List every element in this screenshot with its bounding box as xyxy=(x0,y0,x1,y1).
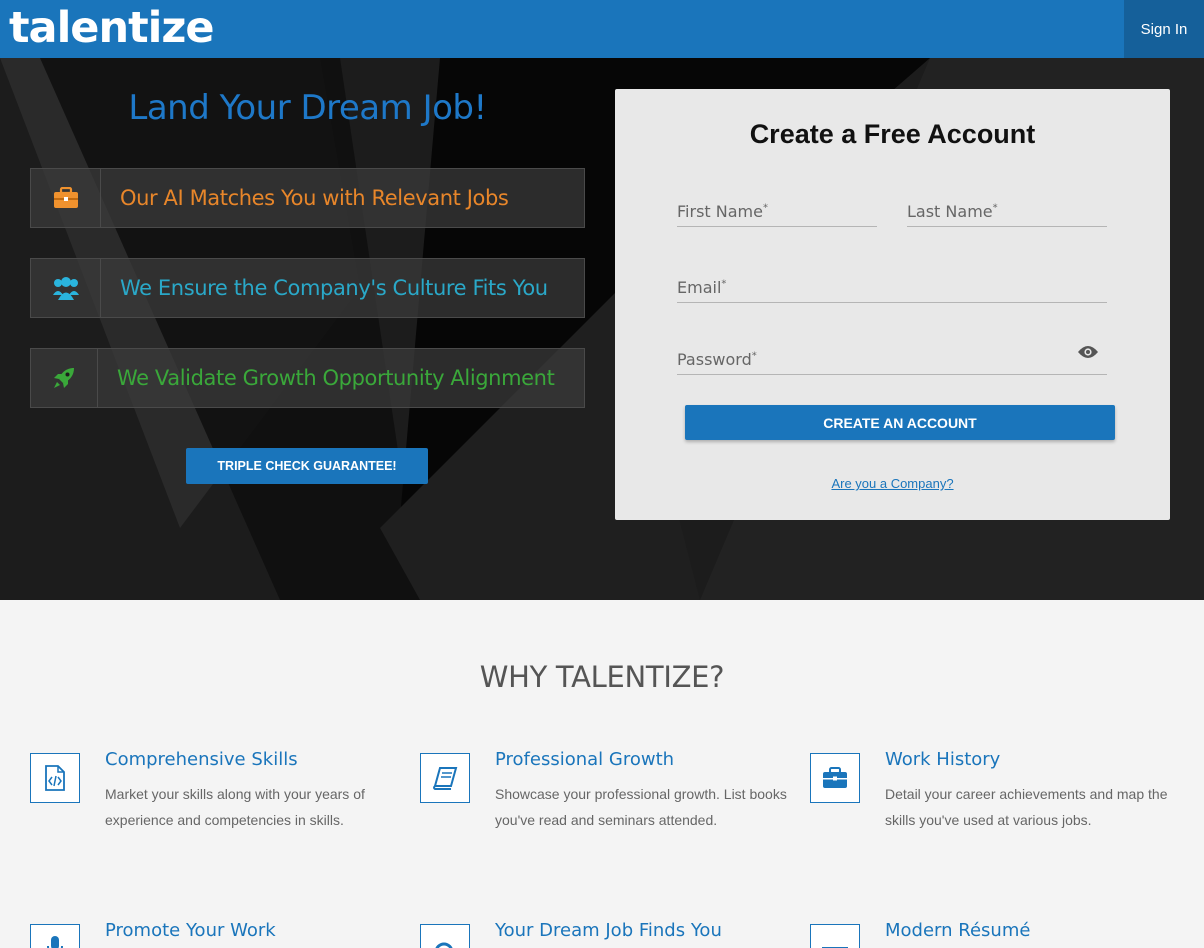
feature-text: Our AI Matches You with Relevant Jobs xyxy=(120,186,509,210)
sign-in-button[interactable]: Sign In xyxy=(1124,0,1204,58)
code-file-icon xyxy=(30,753,80,803)
briefcase-icon xyxy=(810,753,860,803)
hero-title: Land Your Dream Job! xyxy=(128,88,487,128)
first-name-label: First Name* xyxy=(677,202,768,221)
triple-check-guarantee-button[interactable]: TRIPLE CHECK GUARANTEE! xyxy=(186,448,428,484)
users-icon xyxy=(31,259,101,317)
password-field[interactable]: Password* xyxy=(677,345,1107,375)
last-name-field[interactable]: Last Name* xyxy=(907,197,1107,227)
feature-growth-alignment: We Validate Growth Opportunity Alignment xyxy=(30,348,585,408)
why-item-desc: Market your skills along with your years… xyxy=(105,786,365,828)
rocket-icon xyxy=(31,349,98,407)
feature-culture-fit: We Ensure the Company's Culture Fits You xyxy=(30,258,585,318)
why-item-title: Work History xyxy=(885,749,1001,770)
why-talentize-heading: WHY TALENTIZE? xyxy=(479,660,725,694)
logo-link[interactable]: talentize xyxy=(0,0,215,58)
company-signup-link[interactable]: Are you a Company? xyxy=(615,476,1170,491)
search-icon xyxy=(420,924,470,948)
book-icon xyxy=(420,753,470,803)
why-item-desc: Showcase your professional growth. List … xyxy=(495,786,787,828)
logo: talentize xyxy=(9,3,215,53)
envelope-icon xyxy=(810,924,860,948)
create-account-button[interactable]: CREATE AN ACCOUNT xyxy=(685,405,1115,440)
feature-text: We Ensure the Company's Culture Fits You xyxy=(120,276,548,300)
first-name-field[interactable]: First Name* xyxy=(677,197,877,227)
password-label: Password* xyxy=(677,350,757,369)
why-item-title: Modern Résumé xyxy=(885,920,1031,941)
why-item-title: Your Dream Job Finds You xyxy=(495,920,722,941)
top-navbar: talentize Sign In xyxy=(0,0,1204,58)
form-title: Create a Free Account xyxy=(749,119,1036,149)
microphone-icon xyxy=(30,924,80,948)
email-field[interactable]: Email* xyxy=(677,273,1107,303)
why-item-title: Promote Your Work xyxy=(105,920,276,941)
why-item-desc: Detail your career achievements and map … xyxy=(885,786,1168,828)
briefcase-icon xyxy=(31,169,101,227)
last-name-label: Last Name* xyxy=(907,202,998,221)
email-label: Email* xyxy=(677,278,727,297)
signup-form-card: Create a Free Account First Name* Last N… xyxy=(615,89,1170,520)
show-password-eye-icon[interactable] xyxy=(1077,345,1099,364)
feature-ai-matches: Our AI Matches You with Relevant Jobs xyxy=(30,168,585,228)
hero-section: Land Your Dream Job! Our AI Matches You … xyxy=(0,58,1204,600)
why-item-title: Professional Growth xyxy=(495,749,675,770)
why-item-title: Comprehensive Skills xyxy=(105,749,298,770)
feature-text: We Validate Growth Opportunity Alignment xyxy=(117,366,555,390)
